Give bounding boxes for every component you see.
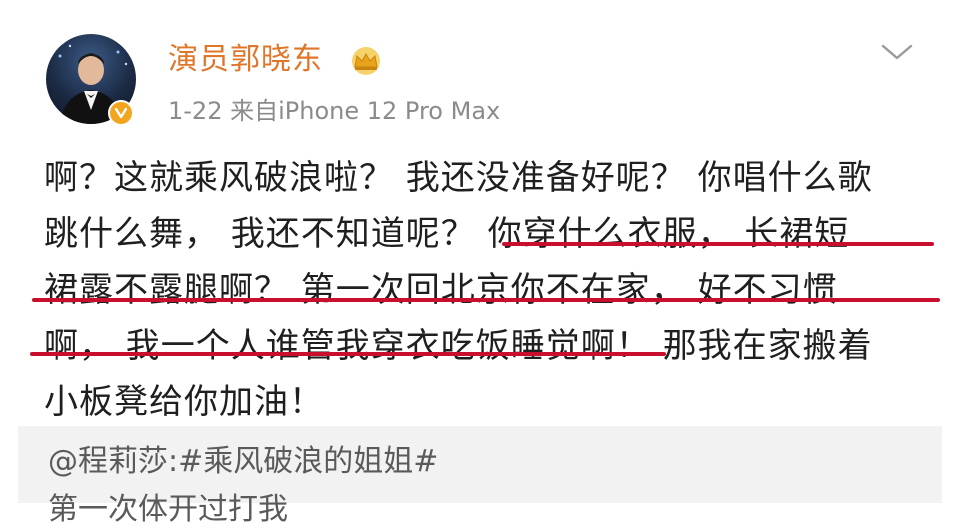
repost-mention[interactable]: @程莉莎:#乘风破浪的姐姐# xyxy=(48,442,438,482)
highlight-underline xyxy=(32,298,940,302)
author-name[interactable]: 演员郭晓东 xyxy=(168,40,323,80)
repost-card[interactable]: @程莉莎:#乘风破浪的姐姐# 第一次体开过打我 xyxy=(18,426,942,527)
post-meta: 1-22 来自iPhone 12 Pro Max xyxy=(168,94,500,128)
post-line: 啊， 我一个人谁管我穿衣吃饭睡觉啊！ 那我在家搬着 xyxy=(44,326,873,366)
post-line: 小板凳给你加油！ xyxy=(44,382,324,422)
crown-icon xyxy=(352,47,380,75)
chevron-down-icon[interactable] xyxy=(880,42,914,62)
verified-badge-icon xyxy=(108,100,134,126)
highlight-underline xyxy=(502,242,934,246)
post-line: 啊？这就乘风破浪啦？ 我还没准备好呢？ 你唱什么歌 xyxy=(44,158,873,198)
highlight-underline xyxy=(30,352,666,356)
post-line: 裙露不露腿啊？ 第一次回北京你不在家， 好不习惯 xyxy=(44,270,838,310)
repost-text: 第一次体开过打我 xyxy=(48,492,288,527)
post-date: 1-22 xyxy=(168,97,223,125)
post-source: 来自iPhone 12 Pro Max xyxy=(230,97,501,125)
post-line: 跳什么舞， 我还不知道呢？ 你穿什么衣服， 长裙短 xyxy=(44,214,850,254)
